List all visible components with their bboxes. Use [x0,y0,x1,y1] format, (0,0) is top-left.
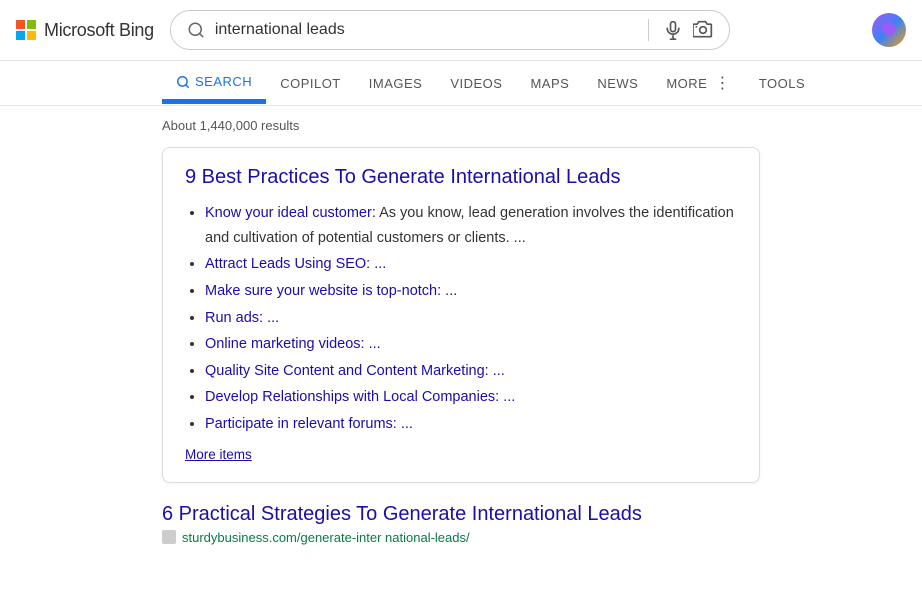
result-card-1: 9 Best Practices To Generate Internation… [162,147,760,483]
main-content: About 1,440,000 results 9 Best Practices… [0,106,922,569]
list-item-main: Develop Relationships with Local Compani… [205,389,499,405]
bing-brand-text: Microsoft Bing [44,20,154,41]
nav-news-label: NEWS [597,76,638,91]
list-item: Know your ideal customer: As you know, l… [205,201,737,250]
nav-item-search[interactable]: SEARCH [162,62,266,104]
mic-icon [663,20,683,40]
more-dots-icon: ⋮ [714,73,731,93]
more-items-link[interactable]: More items [185,447,252,462]
list-item-main: Know your ideal customer: [205,205,376,221]
copilot-avatar[interactable] [872,13,906,47]
results-count: About 1,440,000 results [162,118,760,133]
nav-item-copilot[interactable]: COPILOT [266,64,355,103]
list-item: Attract Leads Using SEO: ... [205,252,737,277]
header: Microsoft Bing [0,0,922,61]
nav-search-label: SEARCH [195,74,252,89]
nav-item-maps[interactable]: MAPS [516,64,583,103]
list-item-rest: ... [401,416,413,432]
logo-area: Microsoft Bing [16,20,154,41]
nav-item-images[interactable]: IMAGES [355,64,437,103]
list-item-rest: ... [267,310,279,326]
microphone-button[interactable] [663,20,683,40]
nav-tools-label: TOOLS [759,76,805,91]
nav-item-more[interactable]: MORE ⋮ [652,61,745,105]
list-item-rest: ... [369,336,381,352]
nav-videos-label: VIDEOS [450,76,502,91]
nav-item-tools[interactable]: TOOLS [745,64,819,103]
result-title-2[interactable]: 6 Practical Strategies To Generate Inter… [162,503,760,526]
list-item: Participate in relevant forums: ... [205,412,737,437]
search-icon [187,21,205,39]
list-item-main: Run ads: [205,310,263,326]
list-item: Run ads: ... [205,306,737,331]
result-url: sturdybusiness.com/generate-inter nation… [182,530,470,545]
search-input[interactable] [215,21,634,39]
search-divider [648,19,649,41]
list-item: Online marketing videos: ... [205,332,737,357]
nav-item-news[interactable]: NEWS [583,64,652,103]
search-bar[interactable] [170,10,730,50]
nav-bar: SEARCH COPILOT IMAGES VIDEOS MAPS NEWS M… [0,61,922,106]
list-item-rest: ... [493,363,505,379]
result-card-2: 6 Practical Strategies To Generate Inter… [162,499,760,549]
list-item-main: Participate in relevant forums: [205,416,397,432]
nav-more-label: MORE [666,76,707,91]
favicon-icon [162,530,176,544]
list-item: Quality Site Content and Content Marketi… [205,359,737,384]
nav-maps-label: MAPS [530,76,569,91]
list-item-main: Attract Leads Using SEO: [205,256,370,272]
camera-icon [693,20,713,40]
list-item-main: Quality Site Content and Content Marketi… [205,363,489,379]
list-item: Make sure your website is top-notch: ... [205,279,737,304]
nav-images-label: IMAGES [369,76,423,91]
result-title-1[interactable]: 9 Best Practices To Generate Internation… [185,166,737,189]
result-url-row: sturdybusiness.com/generate-inter nation… [162,530,760,545]
search-nav-icon [176,75,190,89]
nav-item-videos[interactable]: VIDEOS [436,64,516,103]
header-icons [872,13,906,47]
list-item: Develop Relationships with Local Compani… [205,385,737,410]
list-item-main: Make sure your website is top-notch: [205,283,441,299]
list-item-rest: ... [503,389,515,405]
list-item-rest: ... [374,256,386,272]
result-list-1: Know your ideal customer: As you know, l… [185,201,737,437]
list-item-main: Online marketing videos: [205,336,365,352]
list-item-rest: ... [445,283,457,299]
microsoft-logo-icon [16,20,36,40]
copilot-icon [879,20,899,40]
nav-copilot-label: COPILOT [280,76,341,91]
visual-search-button[interactable] [693,20,713,40]
